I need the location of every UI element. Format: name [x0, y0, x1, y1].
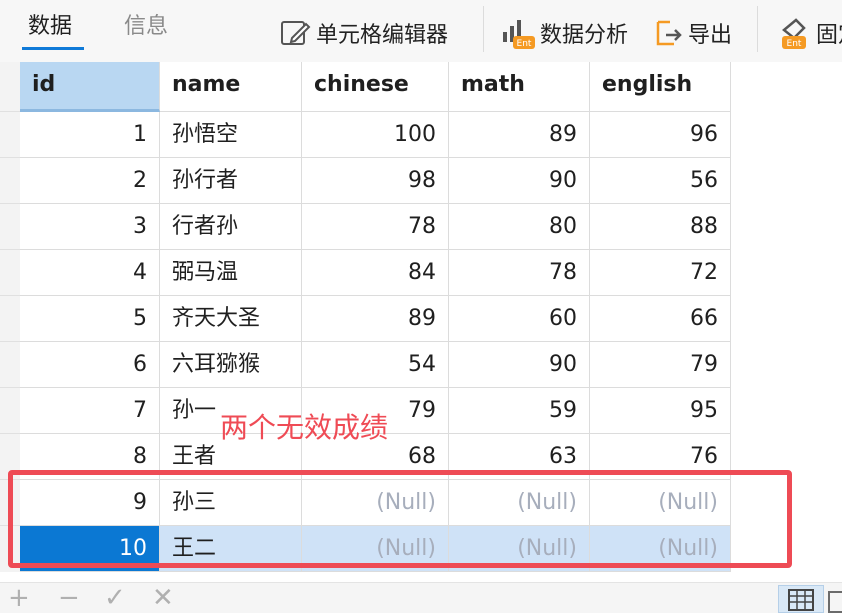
cell-math[interactable]: 90 — [449, 158, 590, 204]
cell-id[interactable]: 4 — [20, 250, 160, 296]
gutter-line — [0, 157, 20, 158]
cell-editor-label: 单元格编辑器 — [316, 23, 449, 48]
edit-icon — [281, 21, 311, 45]
annotation-box — [8, 470, 792, 568]
cell-english[interactable]: 96 — [590, 112, 731, 158]
pin-button[interactable]: Ent 固定 — [778, 14, 842, 52]
cell-math[interactable]: 60 — [449, 296, 590, 342]
export-label: 导出 — [688, 23, 733, 48]
column-header-english[interactable]: english — [590, 62, 731, 112]
confirm-icon[interactable]: ✓ — [104, 585, 126, 611]
active-tab-indicator — [22, 47, 84, 50]
bottom-toolbar: + − ✓ ✕ — [0, 582, 842, 613]
gutter-line — [0, 341, 20, 342]
cell-english[interactable]: 72 — [590, 250, 731, 296]
add-icon[interactable]: + — [8, 585, 30, 611]
cell-id[interactable]: 1 — [20, 112, 160, 158]
cell-name[interactable]: 孙行者 — [160, 158, 302, 204]
gutter-line — [0, 433, 20, 434]
pin-label: 固定 — [816, 23, 842, 48]
grid-view-button[interactable] — [778, 585, 824, 613]
top-toolbar: 数据 信息 单元格编辑器 Ent 数据分析 导出 Ent 固 — [0, 0, 842, 63]
cell-name[interactable]: 齐天大圣 — [160, 296, 302, 342]
cell-math[interactable]: 59 — [449, 388, 590, 434]
tab-info[interactable]: 信息 — [124, 10, 168, 44]
cell-name[interactable]: 孙悟空 — [160, 112, 302, 158]
cancel-icon[interactable]: ✕ — [152, 585, 174, 611]
export-button[interactable]: 导出 — [652, 14, 732, 52]
cell-math[interactable]: 80 — [449, 204, 590, 250]
gutter-line — [0, 249, 20, 250]
pin-icon: Ent — [782, 18, 806, 49]
cell-chinese[interactable]: 54 — [302, 342, 449, 388]
data-analysis-button[interactable]: Ent 数据分析 — [500, 14, 628, 52]
gutter-line — [0, 295, 20, 296]
cell-math[interactable]: 89 — [449, 112, 590, 158]
cell-editor-button[interactable]: 单元格编辑器 — [280, 14, 448, 52]
cell-name[interactable]: 六耳猕猴 — [160, 342, 302, 388]
cell-chinese[interactable]: 100 — [302, 112, 449, 158]
ent-badge: Ent — [787, 39, 802, 49]
cell-english[interactable]: 79 — [590, 342, 731, 388]
cell-name[interactable]: 弼马温 — [160, 250, 302, 296]
cell-chinese[interactable]: 84 — [302, 250, 449, 296]
annotation-label: 两个无效成绩 — [220, 411, 389, 444]
gutter-line — [0, 387, 20, 388]
column-header-chinese[interactable]: chinese — [302, 62, 449, 112]
gutter-line — [0, 111, 20, 112]
toolbar-separator — [757, 6, 758, 52]
cell-english[interactable]: 66 — [590, 296, 731, 342]
toolbar-separator — [483, 6, 484, 52]
column-header-id[interactable]: id — [20, 62, 160, 112]
export-icon — [656, 20, 682, 46]
cell-id[interactable]: 2 — [20, 158, 160, 204]
tab-data[interactable]: 数据 — [28, 10, 72, 44]
cell-math[interactable]: 90 — [449, 342, 590, 388]
data-analysis-icon: Ent — [503, 20, 535, 49]
cell-id[interactable]: 3 — [20, 204, 160, 250]
cell-english[interactable]: 95 — [590, 388, 731, 434]
cell-name[interactable]: 行者孙 — [160, 204, 302, 250]
column-header-name[interactable]: name — [160, 62, 302, 112]
form-view-icon[interactable] — [828, 591, 842, 613]
cell-english[interactable]: 56 — [590, 158, 731, 204]
cell-chinese[interactable]: 89 — [302, 296, 449, 342]
gutter-line — [0, 203, 20, 204]
ent-badge: Ent — [517, 39, 532, 49]
cell-english[interactable]: 88 — [590, 204, 731, 250]
cell-id[interactable]: 6 — [20, 342, 160, 388]
data-analysis-label: 数据分析 — [540, 23, 629, 48]
cell-chinese[interactable]: 98 — [302, 158, 449, 204]
grid-view-icon — [788, 589, 814, 611]
cell-chinese[interactable]: 78 — [302, 204, 449, 250]
column-header-math[interactable]: math — [449, 62, 590, 112]
cell-id[interactable]: 5 — [20, 296, 160, 342]
cell-id[interactable]: 7 — [20, 388, 160, 434]
cell-math[interactable]: 78 — [449, 250, 590, 296]
remove-icon[interactable]: − — [58, 585, 80, 611]
